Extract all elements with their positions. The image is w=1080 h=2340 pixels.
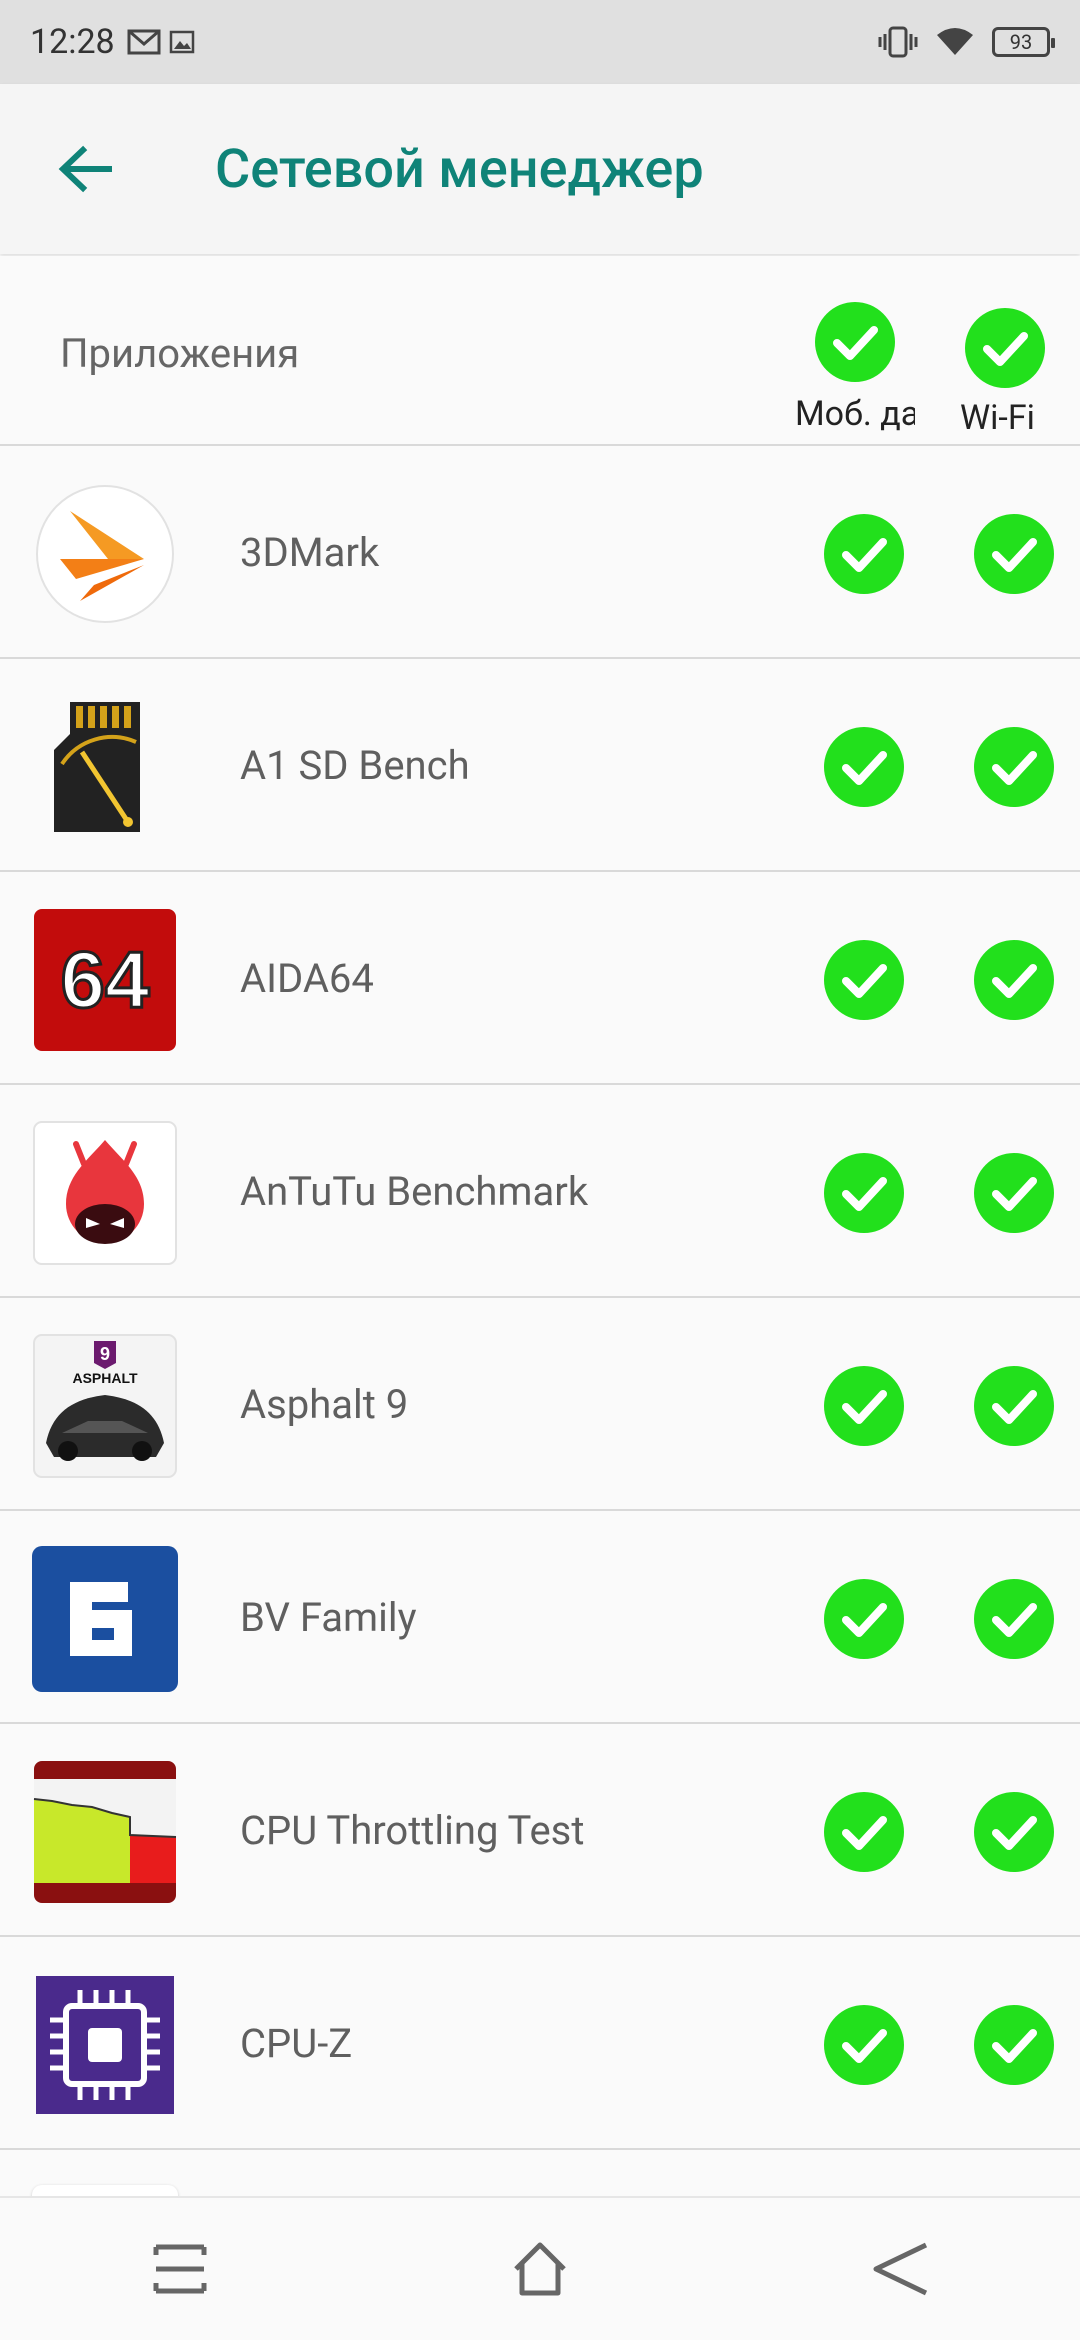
check-icon (992, 1390, 1037, 1424)
back-button[interactable] (30, 114, 140, 224)
antutu-icon (33, 1121, 177, 1265)
check-icon (842, 1177, 887, 1211)
check-icon (992, 751, 1037, 785)
apps-header-label: Приложения (60, 330, 300, 377)
check-icon (842, 538, 887, 572)
app-name: A1 SD Bench (240, 742, 470, 789)
home-button[interactable] (480, 2219, 600, 2319)
home-icon (514, 2242, 566, 2296)
list-item: CPU Throttling Test (0, 1724, 1080, 1937)
arrow-back-icon (58, 145, 112, 193)
back-triangle-icon (873, 2242, 928, 2296)
wifi-column-label: Wi-Fi (960, 398, 1035, 438)
check-icon (842, 751, 887, 785)
wifi-toggle[interactable] (974, 2005, 1054, 2085)
wifi-toggle-all[interactable] (965, 308, 1045, 388)
mobile-data-toggle[interactable] (824, 940, 904, 1020)
image-icon (169, 30, 194, 54)
mobile-data-toggle[interactable] (824, 1579, 904, 1659)
list-header: Приложения Моб. данные Wi-Fi (0, 256, 1080, 446)
app-name: 3DMark (240, 529, 380, 576)
gmail-icon (127, 29, 161, 55)
back-nav-button[interactable] (840, 2219, 960, 2319)
status-time: 12:28 (30, 22, 115, 62)
page-title: Сетевой менеджер (215, 137, 704, 201)
mobile-data-toggle[interactable] (824, 727, 904, 807)
list-item: BV Family (0, 1511, 1080, 1724)
check-icon (842, 1816, 887, 1850)
list-item: 9 ASPHALT Asphalt 9 (0, 1298, 1080, 1511)
wifi-toggle[interactable] (974, 727, 1054, 807)
list-item: AnTuTu Benchmark (0, 1085, 1080, 1298)
wifi-toggle[interactable] (974, 940, 1054, 1020)
battery-icon: 93 (992, 27, 1055, 57)
check-icon (992, 964, 1037, 998)
wifi-toggle[interactable] (974, 1792, 1054, 1872)
list-item: 64 AIDA64 (0, 872, 1080, 1085)
status-bar: 12:28 93 (0, 0, 1080, 84)
mobile-data-column-label: Моб. данные (795, 394, 915, 434)
wifi-toggle[interactable] (974, 1579, 1054, 1659)
app-name: CPU-Z (240, 2020, 353, 2067)
wifi-toggle[interactable] (974, 514, 1054, 594)
navigation-bar (0, 2196, 1080, 2340)
bv-family-icon (32, 1546, 178, 1692)
check-icon (992, 2029, 1037, 2063)
check-icon (992, 1816, 1037, 1850)
check-icon (842, 1603, 887, 1637)
list-item: A1 SD Bench (0, 659, 1080, 872)
cpu-throttling-icon (33, 1761, 177, 1903)
check-icon (842, 1390, 887, 1424)
wifi-icon (937, 28, 973, 55)
wifi-toggle[interactable] (974, 1366, 1054, 1446)
cpu-z-icon (36, 1976, 174, 2114)
mobile-data-toggle[interactable] (824, 2005, 904, 2085)
mobile-data-toggle[interactable] (824, 514, 904, 594)
recents-button[interactable] (120, 2219, 240, 2319)
mobile-data-toggle[interactable] (824, 1792, 904, 1872)
check-icon (842, 2029, 887, 2063)
app-name: CPU Throttling Test (240, 1807, 585, 1854)
app-name: AIDA64 (240, 955, 374, 1002)
check-icon (992, 1603, 1037, 1637)
mobile-data-toggle-all[interactable] (815, 302, 895, 382)
check-icon (992, 538, 1037, 572)
3dmark-icon (36, 485, 174, 623)
menu-icon (153, 2244, 207, 2294)
app-bar: Сетевой менеджер (0, 84, 1080, 254)
mobile-data-toggle[interactable] (824, 1153, 904, 1233)
wifi-toggle[interactable] (974, 1153, 1054, 1233)
check-icon (992, 1177, 1037, 1211)
app-list: 3DMark A1 SD Bench 64 AIDA64 AnTuTu Benc… (0, 446, 1080, 2210)
app-name: AnTuTu Benchmark (240, 1168, 589, 1215)
asphalt-icon: 9 ASPHALT (33, 1334, 177, 1478)
svg-text:ASPHALT: ASPHALT (72, 1370, 138, 1386)
svg-text:9: 9 (100, 1344, 110, 1364)
mobile-data-toggle[interactable] (824, 1366, 904, 1446)
check-icon (842, 964, 887, 998)
aida64-icon: 64 (34, 909, 176, 1051)
list-item: 3DMark (0, 446, 1080, 659)
vibrate-icon (878, 26, 918, 58)
app-name: BV Family (240, 1594, 417, 1641)
sd-bench-icon (54, 702, 140, 832)
svg-text:64: 64 (61, 935, 150, 1024)
list-item: CPU-Z (0, 1937, 1080, 2150)
app-name: Asphalt 9 (240, 1381, 409, 1428)
